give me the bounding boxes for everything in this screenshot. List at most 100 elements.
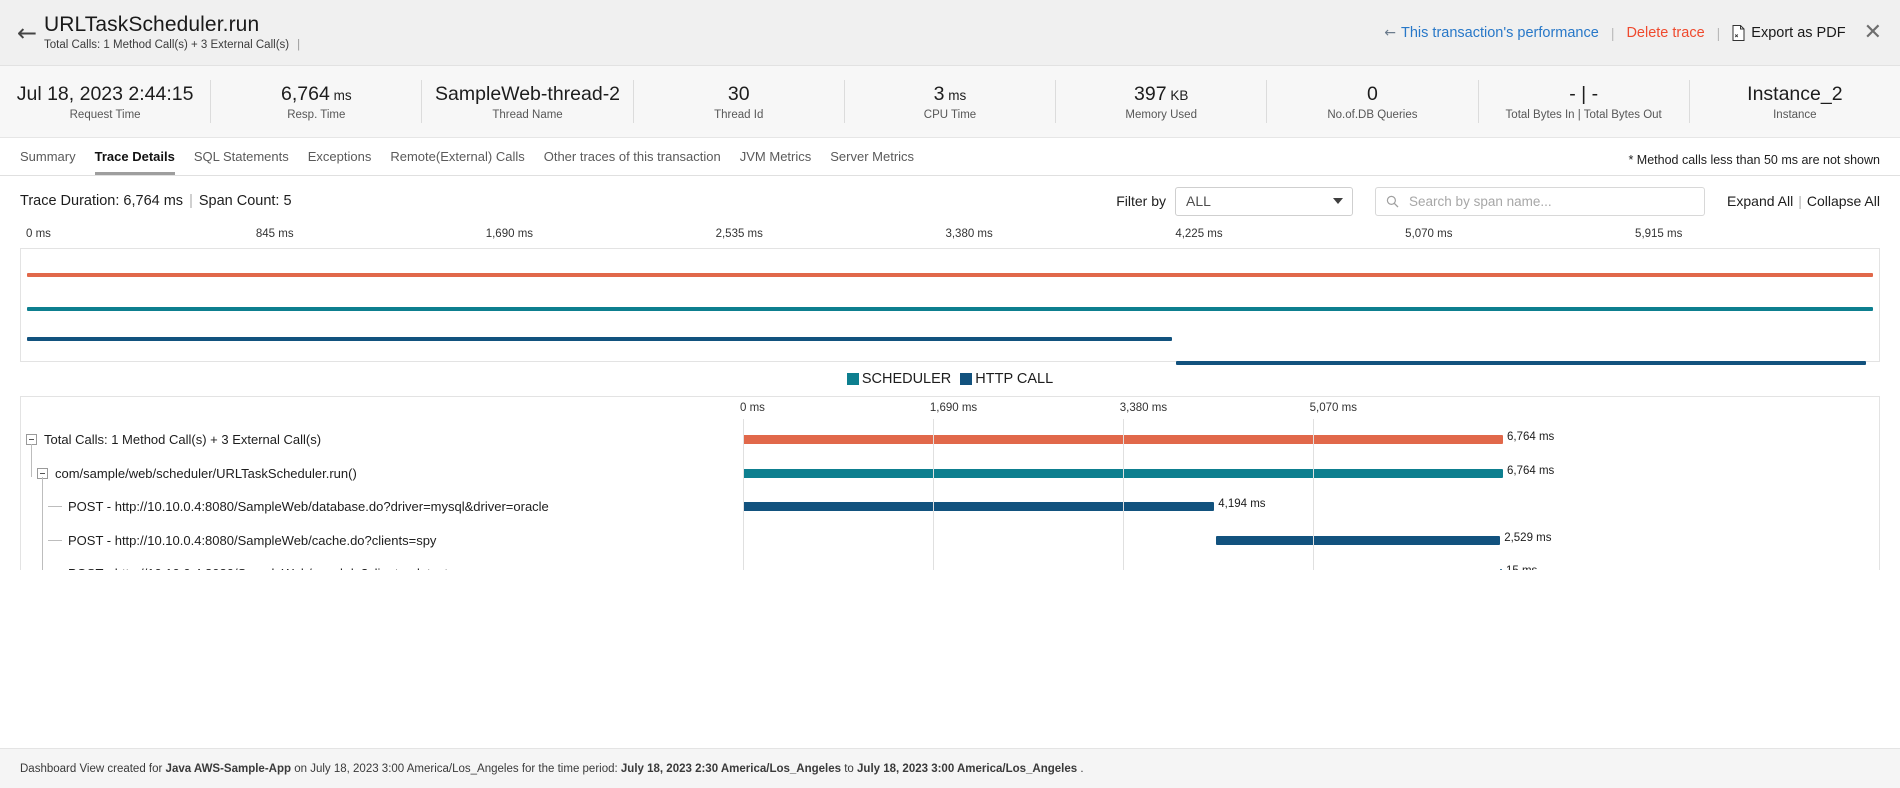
metric-request-time: Jul 18, 2023 2:44:15 Request Time bbox=[0, 80, 211, 123]
footer-mid: on July 18, 2023 3:00 America/Los_Angele… bbox=[294, 763, 617, 775]
metric-value-number: Jul 18, 2023 2:44:15 bbox=[17, 83, 194, 105]
search-span-box[interactable] bbox=[1375, 187, 1705, 216]
span-row[interactable]: POST - http://10.10.0.4:8080/SampleWeb/c… bbox=[21, 524, 1879, 558]
page-header: ← URLTaskScheduler.run Total Calls: 1 Me… bbox=[0, 0, 1900, 66]
span-count-text: Span Count: 5 bbox=[199, 193, 292, 209]
metric-total-bytes: - | - Total Bytes In | Total Bytes Out bbox=[1479, 80, 1690, 123]
tab-server-metrics[interactable]: Server Metrics bbox=[830, 149, 914, 175]
gantt-gridline bbox=[933, 419, 934, 570]
metric-value: 3 ms bbox=[849, 82, 1051, 106]
trace-toolbar: Trace Duration: 6,764 ms|Span Count: 5 F… bbox=[0, 176, 1900, 226]
metric-value: SampleWeb-thread-2 bbox=[426, 82, 628, 106]
filter-by-select[interactable]: ALL bbox=[1175, 187, 1353, 216]
span-duration-label: 4,194 ms bbox=[1218, 498, 1265, 510]
tab-trace-details[interactable]: Trace Details bbox=[95, 149, 175, 175]
close-icon[interactable]: ✕ bbox=[1864, 22, 1882, 44]
metric-value: 397 KB bbox=[1060, 82, 1262, 106]
metric-value-number: SampleWeb-thread-2 bbox=[435, 83, 620, 105]
metric-value: 0 bbox=[1271, 82, 1473, 106]
footer-period-from: July 18, 2023 2:30 America/Los_Angeles bbox=[621, 763, 841, 775]
action-divider-2: | bbox=[1717, 25, 1721, 41]
tree-vertical-connector bbox=[31, 444, 32, 477]
metric-value-number: 30 bbox=[728, 83, 750, 105]
gantt-gridline bbox=[743, 419, 744, 570]
span-duration-label: 6,764 ms bbox=[1507, 465, 1554, 477]
legend-swatch-scheduler bbox=[847, 373, 859, 385]
action-divider-1: | bbox=[1611, 25, 1615, 41]
overview-span-bar bbox=[27, 337, 1172, 341]
trace-summary-pipe: | bbox=[189, 193, 193, 209]
export-as-pdf-button[interactable]: Export as PDF bbox=[1732, 25, 1845, 41]
metric-value: - | - bbox=[1483, 82, 1685, 106]
span-duration-bar[interactable] bbox=[1216, 536, 1500, 545]
back-arrow-icon[interactable]: ← bbox=[10, 21, 44, 45]
transaction-performance-link[interactable]: This transaction's performance bbox=[1401, 25, 1599, 41]
search-icon bbox=[1386, 195, 1399, 208]
span-duration-label: 2,529 ms bbox=[1504, 532, 1551, 544]
tab-sql-statements[interactable]: SQL Statements bbox=[194, 149, 289, 175]
span-duration-bar[interactable] bbox=[743, 502, 1214, 511]
footer-prefix: Dashboard View created for bbox=[20, 763, 162, 775]
gantt-gridline bbox=[1313, 419, 1314, 570]
metric-value-unit: KB bbox=[1167, 88, 1189, 103]
metric-label: Request Time bbox=[4, 109, 206, 121]
metric-label: Thread Id bbox=[638, 109, 840, 121]
collapse-all-link[interactable]: Collapse All bbox=[1807, 193, 1880, 209]
gantt-axis-tick: 3,380 ms bbox=[1120, 402, 1167, 414]
tree-connector bbox=[48, 540, 62, 541]
tab-remote-external-calls[interactable]: Remote(External) Calls bbox=[390, 149, 524, 175]
span-gantt-chart: 0 ms1,690 ms3,380 ms5,070 ms Total Calls… bbox=[20, 396, 1880, 570]
delete-trace-link[interactable]: Delete trace bbox=[1626, 25, 1704, 41]
page-subtitle: Total Calls: 1 Method Call(s) + 3 Extern… bbox=[44, 39, 300, 51]
legend-label-scheduler: SCHEDULER bbox=[862, 371, 951, 387]
overview-axis-tick: 0 ms bbox=[26, 228, 51, 240]
pdf-file-icon bbox=[1732, 25, 1745, 41]
span-name: POST - http://10.10.0.4:8080/SampleWeb/n… bbox=[68, 566, 462, 570]
expand-collapse-pipe: | bbox=[1798, 193, 1802, 209]
metric-value-number: 0 bbox=[1367, 83, 1378, 105]
tab-other-traces[interactable]: Other traces of this transaction bbox=[544, 149, 721, 175]
method-calls-note: * Method calls less than 50 ms are not s… bbox=[1628, 153, 1880, 175]
metric-label: Resp. Time bbox=[215, 109, 417, 121]
metric-instance: Instance_2 Instance bbox=[1690, 80, 1900, 123]
search-input[interactable] bbox=[1407, 193, 1696, 210]
overview-minimap[interactable] bbox=[20, 248, 1880, 362]
span-row-label: POST - http://10.10.0.4:8080/SampleWeb/d… bbox=[48, 490, 549, 524]
span-row-label: Total Calls: 1 Method Call(s) + 3 Extern… bbox=[26, 423, 321, 457]
metric-value-number: 6,764 bbox=[281, 83, 330, 105]
tab-exceptions[interactable]: Exceptions bbox=[308, 149, 372, 175]
legend-swatch-http-call bbox=[960, 373, 972, 385]
overview-span-bar bbox=[27, 307, 1873, 311]
span-row-label: POST - http://10.10.0.4:8080/SampleWeb/c… bbox=[48, 524, 436, 558]
overview-section: 0 ms845 ms1,690 ms2,535 ms3,380 ms4,225 … bbox=[0, 226, 1900, 362]
span-name: Total Calls: 1 Method Call(s) + 3 Extern… bbox=[44, 432, 321, 447]
metric-db-queries: 0 No.of.DB Queries bbox=[1267, 80, 1478, 123]
expand-all-link[interactable]: Expand All bbox=[1727, 193, 1793, 209]
overview-axis-tick: 5,070 ms bbox=[1405, 228, 1452, 240]
metric-label: Memory Used bbox=[1060, 109, 1262, 121]
footer-suffix: . bbox=[1080, 763, 1083, 775]
span-name: com/sample/web/scheduler/URLTaskSchedule… bbox=[55, 466, 357, 481]
dashboard-footer: Dashboard View created for Java AWS-Samp… bbox=[0, 748, 1900, 788]
tab-jvm-metrics[interactable]: JVM Metrics bbox=[740, 149, 812, 175]
tab-summary[interactable]: Summary bbox=[20, 149, 76, 175]
span-duration-label: 6,764 ms bbox=[1507, 431, 1554, 443]
span-row-label: com/sample/web/scheduler/URLTaskSchedule… bbox=[37, 457, 357, 491]
export-as-pdf-label: Export as PDF bbox=[1751, 25, 1845, 41]
span-duration-label: 15 ms bbox=[1506, 565, 1537, 570]
metric-memory-used: 397 KB Memory Used bbox=[1056, 80, 1267, 123]
arrow-left-icon: ← bbox=[1384, 25, 1396, 41]
span-row[interactable]: POST - http://10.10.0.4:8080/SampleWeb/d… bbox=[21, 490, 1879, 524]
overview-axis-tick: 4,225 ms bbox=[1175, 228, 1222, 240]
footer-to-word: to bbox=[844, 763, 854, 775]
metric-label: Thread Name bbox=[426, 109, 628, 121]
metric-label: Total Bytes In | Total Bytes Out bbox=[1483, 109, 1685, 121]
span-duration-bar[interactable] bbox=[1500, 569, 1502, 570]
metric-thread-id: 30 Thread Id bbox=[634, 80, 845, 123]
span-row[interactable]: Total Calls: 1 Method Call(s) + 3 Extern… bbox=[21, 423, 1879, 457]
filter-by-label: Filter by bbox=[1116, 193, 1166, 209]
span-row[interactable]: POST - http://10.10.0.4:8080/SampleWeb/n… bbox=[21, 557, 1879, 570]
overview-axis-tick: 845 ms bbox=[256, 228, 294, 240]
page-subtitle-separator: | bbox=[297, 39, 300, 51]
span-row[interactable]: com/sample/web/scheduler/URLTaskSchedule… bbox=[21, 457, 1879, 491]
